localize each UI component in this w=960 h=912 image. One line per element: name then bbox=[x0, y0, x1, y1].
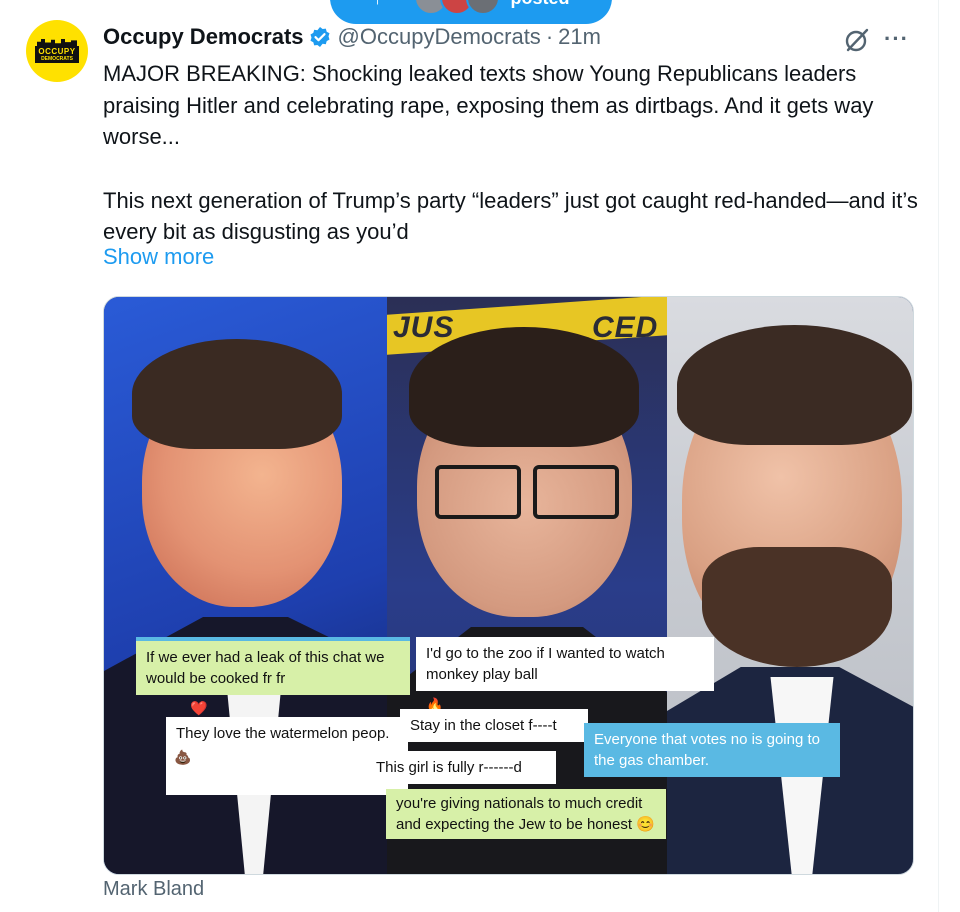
verified-badge-icon bbox=[310, 27, 330, 47]
poop-reaction-icon: 💩 bbox=[174, 749, 192, 765]
tweet-header: Occupy Democrats @OccupyDemocrats · 21m bbox=[103, 24, 601, 50]
logo-skyline bbox=[37, 39, 77, 46]
show-more-link[interactable]: Show more bbox=[103, 244, 214, 270]
heart-reaction-icon: ❤️ bbox=[190, 700, 208, 716]
chat-message: This girl is fully r------d bbox=[366, 751, 556, 784]
tweet-paragraph: MAJOR BREAKING: Shocking leaked texts sh… bbox=[103, 61, 874, 149]
image-caption: Mark Bland bbox=[103, 878, 205, 900]
avatar[interactable]: OCCUPY DEMOCRATS bbox=[26, 20, 88, 82]
sign-text-right: CED bbox=[592, 311, 659, 344]
chat-message: Everyone that votes no is going to the g… bbox=[584, 723, 840, 777]
new-posts-pill[interactable]: ↑ posted bbox=[330, 0, 612, 24]
timeline-border bbox=[938, 0, 939, 912]
pill-avatars bbox=[414, 0, 501, 15]
more-icon[interactable]: ··· bbox=[884, 26, 909, 52]
handle[interactable]: @OccupyDemocrats bbox=[338, 24, 541, 50]
tweet-text: MAJOR BREAKING: Shocking leaked texts sh… bbox=[103, 58, 918, 248]
photo-center: JUS CED bbox=[387, 297, 667, 874]
separator: · bbox=[545, 24, 554, 49]
grok-icon[interactable] bbox=[844, 27, 870, 53]
chat-message: you're giving nationals to much credit a… bbox=[386, 789, 666, 839]
chat-message: If we ever had a leak of this chat we wo… bbox=[136, 637, 410, 695]
smile-reaction-icon: 😊 bbox=[636, 816, 655, 833]
display-name[interactable]: Occupy Democrats bbox=[103, 24, 304, 50]
chat-message: I'd go to the zoo if I wanted to watch m… bbox=[416, 637, 714, 691]
arrow-up-icon: ↑ bbox=[372, 0, 382, 10]
timestamp[interactable]: 21m bbox=[558, 24, 601, 50]
tweet-image[interactable]: JUS CED If we ever had a leak of this ch… bbox=[103, 296, 914, 875]
logo: OCCUPY DEMOCRATS bbox=[35, 46, 79, 63]
photo-right bbox=[667, 297, 913, 874]
tweet-paragraph: This next generation of Trump’s party “l… bbox=[103, 187, 918, 245]
chat-message: Stay in the closet f----t bbox=[400, 709, 588, 742]
sign-text-left: JUS bbox=[393, 311, 455, 344]
posted-label: posted bbox=[510, 0, 569, 9]
